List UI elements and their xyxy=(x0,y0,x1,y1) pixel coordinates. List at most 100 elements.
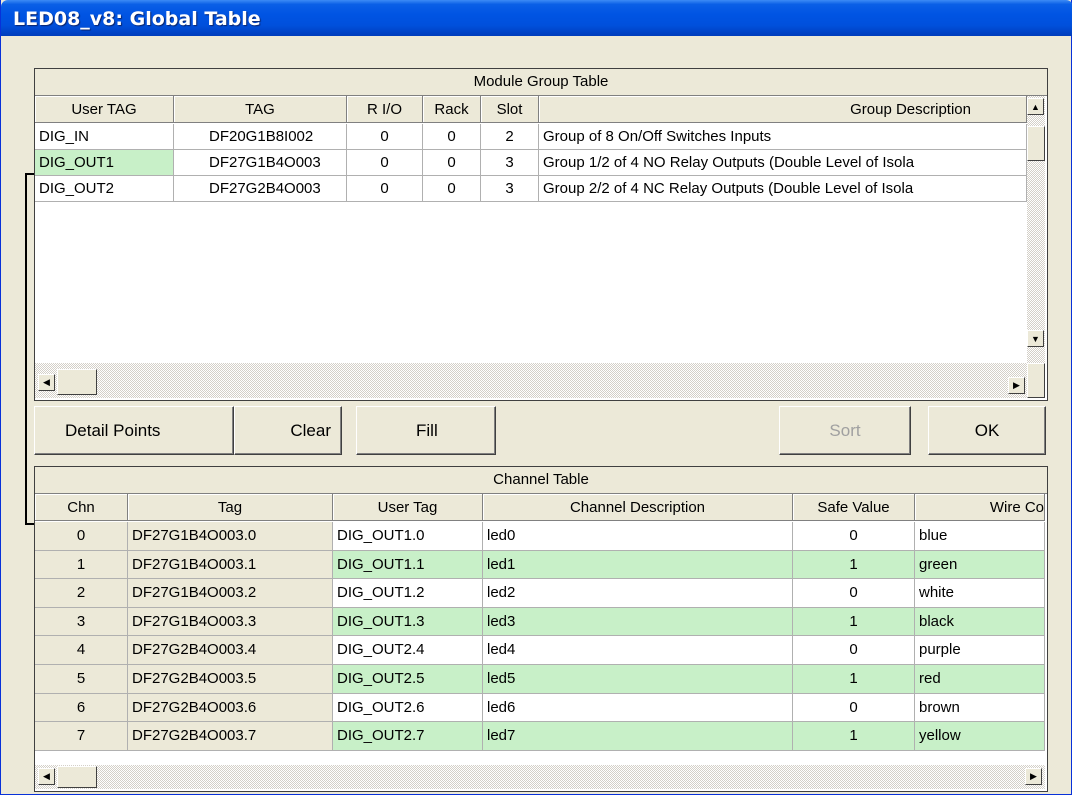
col-header-channel-user-tag[interactable]: User Tag xyxy=(333,494,483,521)
channel-user-tag-cell[interactable]: DIG_OUT1.1 xyxy=(333,550,483,580)
channel-table-caption: Channel Table xyxy=(35,467,1047,494)
safe-value-cell[interactable]: 0 xyxy=(793,579,915,608)
chn-cell[interactable]: 3 xyxy=(35,607,128,637)
channel-description-cell[interactable]: led5 xyxy=(483,665,793,694)
safe-value-cell[interactable]: 0 xyxy=(793,636,915,665)
channel-description-cell[interactable]: led6 xyxy=(483,693,793,723)
scroll-down-arrow-icon[interactable]: ▼ xyxy=(1027,330,1044,347)
detail-points-button[interactable]: Detail Points xyxy=(34,406,234,455)
rio-cell[interactable]: 0 xyxy=(347,124,423,150)
chn-cell[interactable]: 5 xyxy=(35,665,128,694)
channel-tag-cell[interactable]: DF27G2B4O003.6 xyxy=(128,693,333,723)
scroll-left-arrow-icon[interactable]: ◀ xyxy=(38,374,55,391)
channel-tag-cell[interactable]: DF27G2B4O003.4 xyxy=(128,636,333,665)
channel-user-tag-cell[interactable]: DIG_OUT1.3 xyxy=(333,607,483,637)
tag-cell[interactable]: DF27G1B4O003 xyxy=(174,150,347,176)
channel-user-tag-cell[interactable]: DIG_OUT2.4 xyxy=(333,636,483,665)
scroll-up-arrow-icon[interactable]: ▲ xyxy=(1027,98,1044,115)
chn-cell[interactable]: 0 xyxy=(35,522,128,551)
wire-color-cell[interactable]: black xyxy=(915,607,1045,637)
channel-description-cell[interactable]: led4 xyxy=(483,636,793,665)
slot-cell[interactable]: 3 xyxy=(481,150,539,176)
wire-color-cell[interactable]: white xyxy=(915,579,1045,608)
safe-value-cell[interactable]: 1 xyxy=(793,665,915,694)
col-header-slot[interactable]: Slot xyxy=(481,96,539,123)
channel-user-tag-cell[interactable]: DIG_OUT2.6 xyxy=(333,693,483,723)
channel-description-cell[interactable]: led0 xyxy=(483,522,793,551)
global-table-window: LED08_v8: Global Table Module Group Tabl… xyxy=(0,0,1072,795)
channel-hscroll-track[interactable] xyxy=(35,765,1045,789)
channel-description-cell[interactable]: led7 xyxy=(483,722,793,751)
chn-cell[interactable]: 7 xyxy=(35,722,128,751)
ok-button[interactable]: OK xyxy=(928,406,1046,455)
channel-tag-cell[interactable]: DF27G1B4O003.3 xyxy=(128,607,333,637)
rack-cell[interactable]: 0 xyxy=(423,150,481,176)
channel-tag-cell[interactable]: DF27G1B4O003.2 xyxy=(128,579,333,608)
slot-cell[interactable]: 2 xyxy=(481,124,539,150)
channel-tag-cell[interactable]: DF27G2B4O003.5 xyxy=(128,665,333,694)
channel-tag-cell[interactable]: DF27G1B4O003.0 xyxy=(128,522,333,551)
channel-tag-cell[interactable]: DF27G1B4O003.1 xyxy=(128,550,333,580)
rio-cell[interactable]: 0 xyxy=(347,150,423,176)
channel-user-tag-cell[interactable]: DIG_OUT2.5 xyxy=(333,665,483,694)
title-bar[interactable]: LED08_v8: Global Table xyxy=(1,0,1072,36)
safe-value-cell[interactable]: 0 xyxy=(793,522,915,551)
col-header-rio[interactable]: R I/O xyxy=(347,96,423,123)
channel-hscroll-thumb[interactable] xyxy=(57,766,97,788)
channel-user-tag-cell[interactable]: DIG_OUT1.0 xyxy=(333,522,483,551)
module-group-table: Module Group Table User TAG TAG R I/O Ra… xyxy=(34,68,1048,401)
group-description-cell[interactable]: Group of 8 On/Off Switches Inputs xyxy=(539,124,1027,150)
scroll-right-arrow-icon[interactable]: ▶ xyxy=(1008,377,1025,394)
col-header-wire-color[interactable]: Wire Co xyxy=(915,494,1045,521)
channel-user-tag-cell[interactable]: DIG_OUT1.2 xyxy=(333,579,483,608)
user-tag-cell[interactable]: DIG_IN xyxy=(35,124,174,150)
col-header-channel-tag[interactable]: Tag xyxy=(128,494,333,521)
wire-color-cell[interactable]: red xyxy=(915,665,1045,694)
col-header-group-description[interactable]: Group Description xyxy=(539,96,1027,123)
module-vscroll-thumb[interactable] xyxy=(1027,126,1045,161)
safe-value-cell[interactable]: 0 xyxy=(793,693,915,723)
channel-description-cell[interactable]: led3 xyxy=(483,607,793,637)
user-tag-cell[interactable]: DIG_OUT2 xyxy=(35,176,174,202)
col-header-rack[interactable]: Rack xyxy=(423,96,481,123)
user-tag-cell[interactable]: DIG_OUT1 xyxy=(35,150,174,176)
sort-label: Sort xyxy=(829,421,861,440)
chn-cell[interactable]: 1 xyxy=(35,550,128,580)
wire-color-cell[interactable]: blue xyxy=(915,522,1045,551)
fill-button[interactable]: Fill xyxy=(356,406,496,455)
col-header-channel-description[interactable]: Channel Description xyxy=(483,494,793,521)
wire-color-cell[interactable]: purple xyxy=(915,636,1045,665)
wire-color-cell[interactable]: green xyxy=(915,550,1045,580)
channel-user-tag-cell[interactable]: DIG_OUT2.7 xyxy=(333,722,483,751)
sort-button[interactable]: Sort xyxy=(779,406,911,455)
tag-cell[interactable]: DF20G1B8I002 xyxy=(174,124,347,150)
group-description-cell[interactable]: Group 1/2 of 4 NO Relay Outputs (Double … xyxy=(539,150,1027,176)
rack-cell[interactable]: 0 xyxy=(423,176,481,202)
col-header-tag[interactable]: TAG xyxy=(174,96,347,123)
chn-cell[interactable]: 2 xyxy=(35,579,128,608)
module-hscroll-thumb[interactable] xyxy=(57,369,97,395)
chn-cell[interactable]: 4 xyxy=(35,636,128,665)
col-header-safe-value[interactable]: Safe Value xyxy=(793,494,915,521)
safe-value-cell[interactable]: 1 xyxy=(793,607,915,637)
scroll-left-arrow-icon[interactable]: ◀ xyxy=(38,768,55,785)
col-header-group-description-label: Group Description xyxy=(850,101,971,118)
col-header-user-tag[interactable]: User TAG xyxy=(35,96,174,123)
wire-color-cell[interactable]: yellow xyxy=(915,722,1045,751)
wire-color-cell[interactable]: brown xyxy=(915,693,1045,723)
col-header-chn[interactable]: Chn xyxy=(35,494,128,521)
channel-description-cell[interactable]: led2 xyxy=(483,579,793,608)
tag-cell[interactable]: DF27G2B4O003 xyxy=(174,176,347,202)
slot-cell[interactable]: 3 xyxy=(481,176,539,202)
module-hscroll-track[interactable] xyxy=(35,363,1027,398)
channel-tag-cell[interactable]: DF27G2B4O003.7 xyxy=(128,722,333,751)
rio-cell[interactable]: 0 xyxy=(347,176,423,202)
chn-cell[interactable]: 6 xyxy=(35,693,128,723)
clear-button[interactable]: Clear xyxy=(234,406,342,455)
safe-value-cell[interactable]: 1 xyxy=(793,550,915,580)
rack-cell[interactable]: 0 xyxy=(423,124,481,150)
scroll-right-arrow-icon[interactable]: ▶ xyxy=(1025,768,1042,785)
group-description-cell[interactable]: Group 2/2 of 4 NC Relay Outputs (Double … xyxy=(539,176,1027,202)
safe-value-cell[interactable]: 1 xyxy=(793,722,915,751)
channel-description-cell[interactable]: led1 xyxy=(483,550,793,580)
